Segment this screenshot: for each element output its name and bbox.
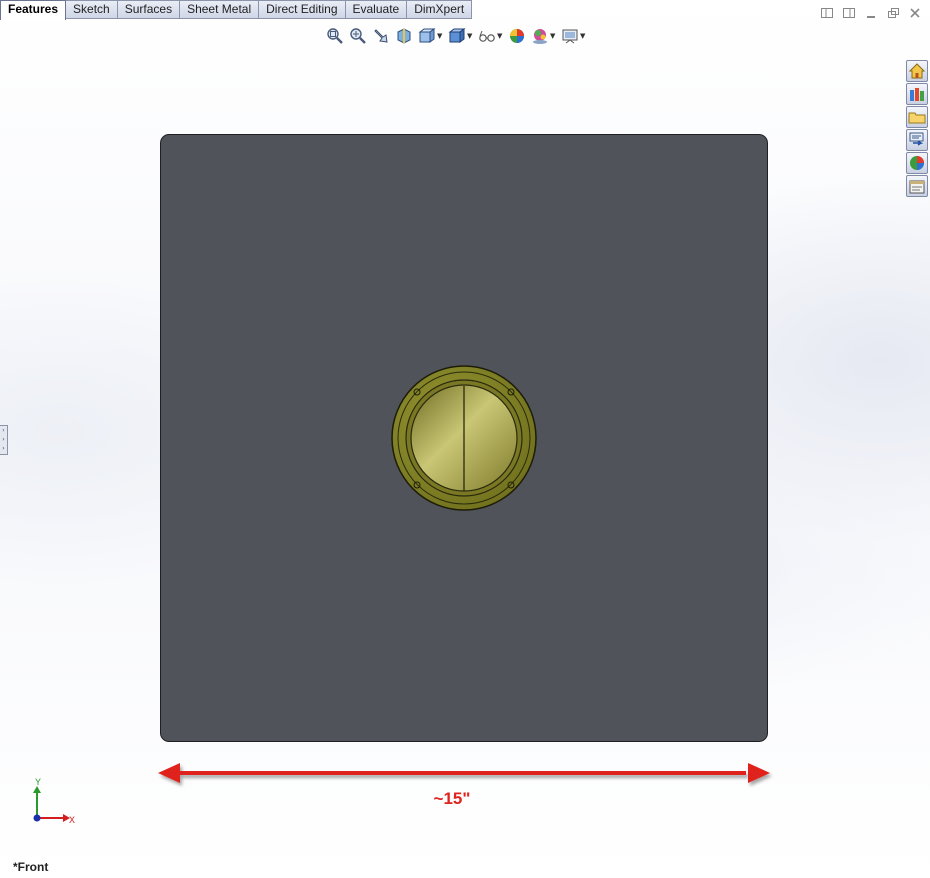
custom-properties-icon[interactable] — [906, 175, 928, 197]
close-icon[interactable] — [908, 6, 922, 20]
tab-surfaces[interactable]: Surfaces — [117, 0, 181, 19]
section-view-icon[interactable] — [395, 27, 413, 45]
solidworks-resources-icon[interactable] — [906, 60, 928, 82]
zoom-to-fit-icon[interactable] — [326, 27, 344, 45]
view-palette-icon[interactable] — [906, 129, 928, 151]
hide-show-dropdown-icon[interactable]: ▼ — [497, 32, 503, 40]
display-style-icon[interactable] — [448, 27, 466, 45]
tab-sheet-metal[interactable]: Sheet Metal — [180, 0, 260, 19]
view-settings-icon[interactable] — [561, 27, 579, 45]
window-controls — [820, 6, 922, 20]
minimize-icon[interactable] — [864, 6, 878, 20]
feature-manager-collapse-handle[interactable]: › › › — [0, 425, 8, 455]
view-name-label: *Front — [13, 860, 49, 874]
tab-features[interactable]: Features — [0, 0, 67, 20]
heads-up-view-toolbar: ▼ ▼ ▼ ▼ ▼ — [326, 25, 586, 47]
tab-evaluate[interactable]: Evaluate — [345, 0, 408, 19]
design-library-icon[interactable] — [906, 83, 928, 105]
view-orientation-icon[interactable] — [418, 27, 436, 45]
reference-triad: Y X — [33, 777, 75, 825]
display-style-dropdown-icon[interactable]: ▼ — [467, 32, 473, 40]
view-orientation-dropdown-icon[interactable]: ▼ — [437, 32, 443, 40]
tab-direct-editing[interactable]: Direct Editing — [259, 0, 346, 19]
zoom-to-area-icon[interactable] — [349, 27, 367, 45]
apply-scene-dropdown-icon[interactable]: ▼ — [550, 32, 556, 40]
model-round-fitting[interactable] — [388, 364, 540, 514]
task-pane-tabs — [906, 60, 930, 198]
hide-show-items-icon[interactable] — [478, 27, 496, 45]
dimension-label: ~15" — [433, 789, 471, 808]
view-settings-dropdown-icon[interactable]: ▼ — [580, 32, 586, 40]
triad-x-label: X — [69, 815, 75, 825]
tile-left-icon[interactable] — [820, 6, 834, 20]
appearances-scenes-icon[interactable] — [906, 152, 928, 174]
restore-icon[interactable] — [886, 6, 900, 20]
tab-sketch[interactable]: Sketch — [66, 0, 118, 19]
tile-right-icon[interactable] — [842, 6, 856, 20]
triad-y-label: Y — [35, 777, 41, 787]
file-explorer-icon[interactable] — [906, 106, 928, 128]
previous-view-icon[interactable] — [372, 27, 390, 45]
tab-dimxpert[interactable]: DimXpert — [407, 0, 473, 19]
edit-appearance-icon[interactable] — [508, 27, 526, 45]
command-manager-tabs: Features Sketch Surfaces Sheet Metal Dir… — [0, 0, 473, 20]
apply-scene-icon[interactable] — [531, 27, 549, 45]
dimension-arrow — [158, 763, 770, 783]
